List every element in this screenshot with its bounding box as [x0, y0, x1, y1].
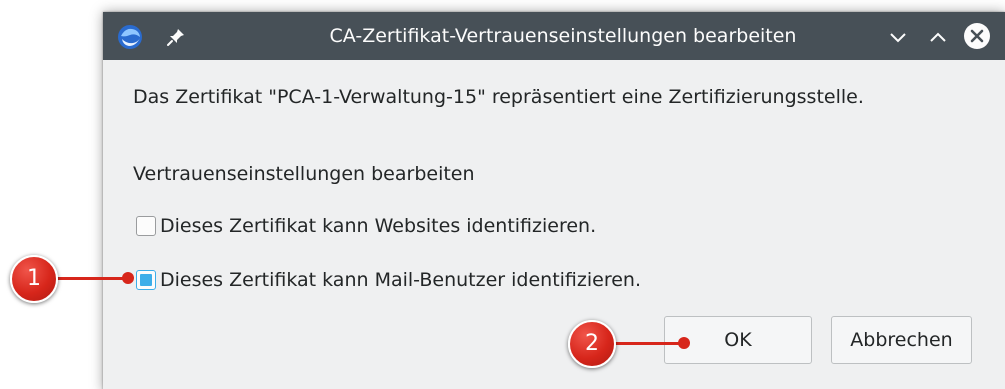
trust-settings-dialog: CA-Zertifikat-Vertrauenseinstellungen be… [103, 12, 1005, 389]
mail-users-trust-option[interactable]: Dieses Zertifikat kann Mail-Benutzer ide… [136, 266, 641, 294]
window-title: CA-Zertifikat-Vertrauenseinstellungen be… [329, 25, 797, 47]
websites-checkbox-label[interactable]: Dieses Zertifikat kann Websites identifi… [160, 215, 596, 237]
callout-connector-2 [614, 342, 684, 345]
certificate-info-text: Das Zertifikat "PCA-1-Verwaltung-15" rep… [133, 86, 864, 108]
chevron-up-icon[interactable] [927, 26, 949, 48]
callout-badge-1: 1 [10, 255, 58, 303]
close-icon[interactable] [963, 22, 991, 50]
callout-connector-1 [56, 277, 128, 280]
callout-pointer-2 [678, 337, 690, 349]
cancel-button[interactable]: Abbrechen [831, 316, 972, 364]
websites-checkbox[interactable] [136, 216, 156, 236]
callout-pointer-1 [122, 272, 134, 284]
title-bar[interactable]: CA-Zertifikat-Vertrauenseinstellungen be… [103, 12, 1005, 60]
screen: CA-Zertifikat-Vertrauenseinstellungen be… [0, 0, 1005, 389]
chevron-down-icon[interactable] [887, 26, 909, 48]
websites-trust-option[interactable]: Dieses Zertifikat kann Websites identifi… [136, 212, 596, 240]
mail-users-checkbox-label[interactable]: Dieses Zertifikat kann Mail-Benutzer ide… [160, 269, 641, 291]
section-label: Vertrauenseinstellungen bearbeiten [133, 163, 475, 185]
mail-users-checkbox[interactable] [136, 270, 156, 290]
callout-badge-2: 2 [568, 320, 616, 368]
